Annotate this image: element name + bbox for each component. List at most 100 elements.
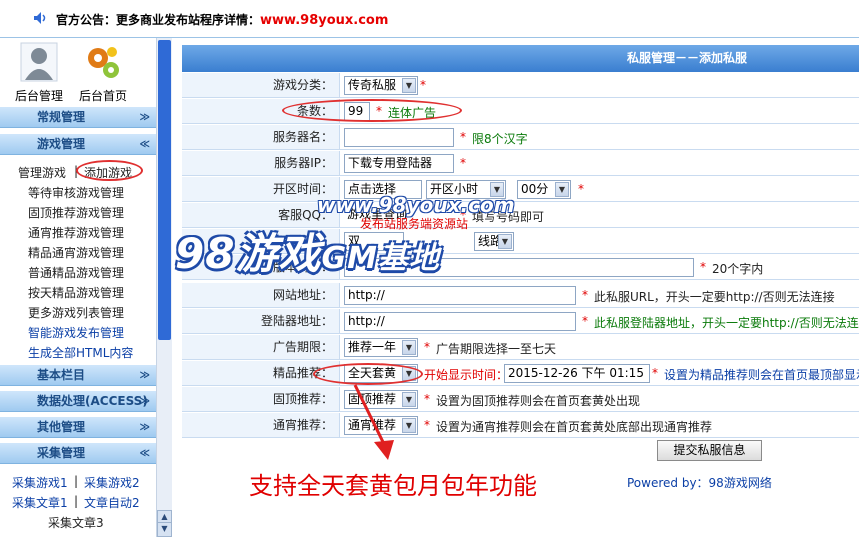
admin-home-label: 后台首页	[78, 89, 127, 103]
required-mark: *	[582, 314, 588, 328]
nav-collect-game-1[interactable]: 采集游戏1	[12, 474, 68, 491]
gears-icon	[88, 47, 119, 78]
row-open-time: 开区时间： 点击选择 开区小时 ▼ 00分 ▼ *	[182, 177, 859, 202]
nav-normal-premium-games[interactable]: 普通精品游戏管理	[28, 264, 124, 281]
required-mark: *	[424, 418, 430, 432]
nav-article-auto-2[interactable]: 文章自动2	[84, 494, 140, 511]
server-name-hint: 限8个汉字	[472, 132, 528, 146]
watermark-brand-text: 98游戏	[175, 229, 322, 278]
nav-manage-games[interactable]: 管理游戏	[18, 164, 66, 181]
server-ip-label: 服务器IP：	[182, 151, 340, 175]
required-mark: *	[582, 288, 588, 302]
chevron-up-icon: ≪	[139, 139, 150, 150]
row-ad-period: 广告期限： 推荐一年 ▼ * 广告期限选择一至七天	[182, 335, 859, 360]
nav-smart-publish[interactable]: 智能游戏发布管理	[28, 324, 124, 341]
section-collect-title: 采集管理	[37, 446, 86, 460]
line-select[interactable]: 线路 ▼	[474, 232, 514, 251]
speaker-icon	[34, 12, 46, 24]
feature-callout: 支持全天套黄包月包年功能	[249, 472, 537, 500]
nav-daily-premium-games[interactable]: 按天精品游戏管理	[28, 284, 124, 301]
start-time-input[interactable]: 2015-12-26 下午 01:15	[504, 364, 650, 383]
nav-overnight-games[interactable]: 通宵推荐游戏管理	[28, 224, 124, 241]
row-server-ip: 服务器IP： 下载专用登陆器 *	[182, 151, 859, 176]
section-collect[interactable]: 采集管理 ≪	[0, 442, 156, 464]
chevron-down-icon: ▼	[498, 234, 512, 249]
category-value: 传奇私服	[348, 78, 397, 92]
row-fixed: 固顶推荐： 固顶推荐 ▼ * 设置为固顶推荐则会在首页套黄处出现	[182, 387, 859, 412]
admin-manage-shortcut[interactable]: 后台管理	[9, 42, 69, 104]
fixed-hint: 设置为固顶推荐则会在首页套黄处出现	[436, 394, 641, 408]
highlight-ellipse-count	[282, 99, 462, 122]
premium-hint: 设置为精品推荐则会在首页最顶部显示	[664, 368, 859, 382]
required-mark: *	[460, 130, 466, 144]
scroll-down-icon[interactable]: ▼	[157, 522, 172, 537]
start-time-label: 开始显示时间：	[424, 368, 509, 382]
category-select[interactable]: 传奇私服 ▼	[344, 76, 418, 95]
nav-separator: |	[74, 494, 79, 508]
server-name-label: 服务器名：	[182, 125, 340, 149]
row-website: 网站地址： http:// * 此私服URL，开头一定要http://否则无法连…	[182, 283, 859, 308]
required-mark: *	[652, 366, 658, 380]
section-game-title: 游戏管理	[37, 137, 86, 151]
website-label: 网站地址：	[182, 283, 340, 307]
section-data-access[interactable]: 数据处理(ACCESS) ≫	[0, 390, 156, 412]
watermark-site: www.98youx.com	[317, 193, 515, 217]
section-general[interactable]: 常规管理 ≫	[0, 106, 156, 128]
ad-period-label: 广告期限：	[182, 335, 340, 359]
red-arrow-icon	[353, 384, 394, 460]
required-mark: *	[424, 392, 430, 406]
row-category: 游戏分类： 传奇私服 ▼ *	[182, 73, 859, 98]
website-hint: 此私服URL，开头一定要http://否则无法连接	[594, 290, 835, 304]
open-minute-value: 00分	[521, 182, 549, 196]
powered-by: Powered by：98游戏网络	[627, 476, 772, 490]
nav-pending-games[interactable]: 等待审核游戏管理	[28, 184, 124, 201]
required-mark: *	[700, 260, 706, 274]
chevron-down-icon: ≫	[139, 422, 150, 433]
nav-collect-article-3[interactable]: 采集文章3	[48, 514, 104, 531]
login-hint: 此私服登陆器地址，开头一定要http://否则无法连接	[594, 316, 859, 330]
nav-premium-overnight-games[interactable]: 精品通宵游戏管理	[28, 244, 124, 261]
scrollbar-thumb[interactable]	[158, 40, 171, 340]
server-ip-input[interactable]: 下载专用登陆器	[344, 154, 454, 173]
section-general-title: 常规管理	[37, 110, 86, 124]
category-label: 游戏分类：	[182, 73, 340, 97]
section-basic-title: 基本栏目	[37, 368, 86, 382]
nav-collect-game-2[interactable]: 采集游戏2	[84, 474, 140, 491]
chevron-down-icon: ▼	[402, 340, 416, 355]
section-data-title: 数据处理(ACCESS)	[37, 394, 148, 408]
server-name-input[interactable]	[344, 128, 454, 147]
section-other[interactable]: 其他管理 ≫	[0, 416, 156, 438]
login-input[interactable]: http://	[344, 312, 576, 331]
row-premium: 精品推荐： 全天套黄 ▼ 开始显示时间： 2015-12-26 下午 01:15 …	[182, 361, 859, 386]
panel-header: 私服管理－－添加私服	[182, 45, 859, 72]
panel-title: 私服管理－－添加私服	[627, 51, 748, 65]
chevron-down-icon: ≫	[139, 112, 150, 123]
chevron-down-icon: ▼	[555, 182, 569, 197]
login-label: 登陆器地址：	[182, 309, 340, 333]
row-overnight: 通宵推荐： 通宵推荐 ▼ * 设置为通宵推荐则会在首页套黄处底部出现通宵推荐	[182, 413, 859, 438]
ad-period-select[interactable]: 推荐一年 ▼	[344, 338, 418, 357]
section-basic-columns[interactable]: 基本栏目 ≫	[0, 364, 156, 386]
nav-generate-html[interactable]: 生成全部HTML内容	[28, 344, 133, 361]
website-input[interactable]: http://	[344, 286, 576, 305]
section-other-title: 其他管理	[37, 420, 86, 434]
section-game[interactable]: 游戏管理 ≪	[0, 133, 156, 155]
fixed-label: 固顶推荐：	[182, 387, 340, 411]
announcement-url[interactable]: www.98youx.com	[260, 13, 388, 28]
required-mark: *	[460, 156, 466, 170]
left-sidebar: 后台管理 后台首页 常规管理 ≫ 游戏管理 ≪ 管理游戏 | 添加游戏 等待审核游戏…	[0, 38, 156, 537]
watermark-brand-gm: GM基地	[321, 241, 440, 276]
announcement-text: 官方公告：更多商业发布站程序详情：www.98youx.com	[56, 13, 389, 28]
admin-user-icon	[20, 42, 58, 82]
nav-more-games[interactable]: 更多游戏列表管理	[28, 304, 124, 321]
submit-button[interactable]: 提交私服信息	[657, 440, 762, 461]
row-login: 登陆器地址： http:// * 此私服登陆器地址，开头一定要http://否则…	[182, 309, 859, 334]
chevron-down-icon: ≫	[139, 396, 150, 407]
sidebar-scrollbar[interactable]: ▲ ▼	[156, 38, 172, 537]
nav-fixed-games[interactable]: 固顶推荐游戏管理	[28, 204, 124, 221]
top-announcement-bar: 官方公告：更多商业发布站程序详情：www.98youx.com	[0, 0, 859, 38]
open-minute-select[interactable]: 00分 ▼	[517, 180, 571, 199]
required-mark: *	[578, 182, 584, 196]
admin-home-shortcut[interactable]: 后台首页	[73, 42, 133, 104]
nav-collect-article-1[interactable]: 采集文章1	[12, 494, 68, 511]
